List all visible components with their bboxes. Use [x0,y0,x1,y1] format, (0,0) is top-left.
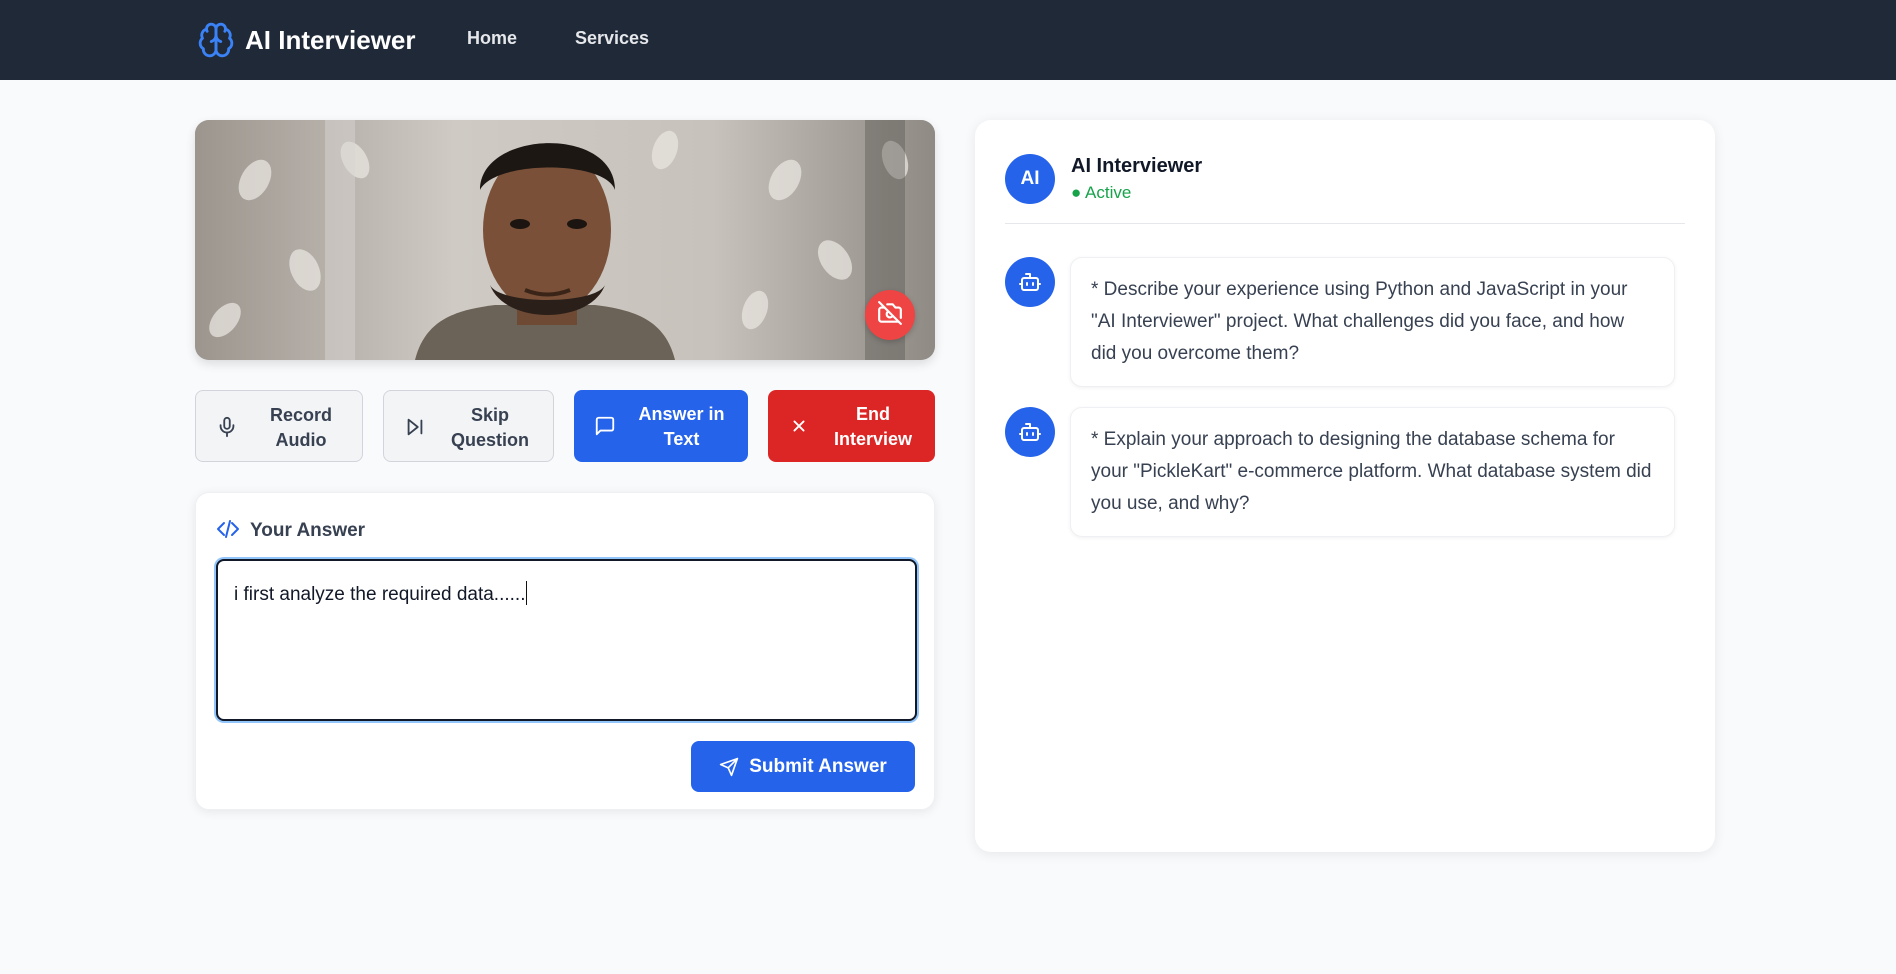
record-audio-button[interactable]: Record Audio [195,390,363,462]
camera-off-button[interactable] [865,290,915,340]
bot-icon [1005,407,1055,457]
top-navbar: AI Interviewer Home Services [0,0,1896,80]
answer-text: i first analyze the required data...... [234,584,526,605]
answer-title: Your Answer [250,520,366,541]
answer-in-text-label: Answer in Text [638,404,725,449]
nav-link-home[interactable]: Home [467,28,517,49]
nav-link-services[interactable]: Services [575,28,649,49]
record-audio-label: Record Audio [269,405,332,450]
interviewer-name: AI Interviewer [1071,155,1203,177]
microphone-icon [216,416,238,438]
close-icon [788,415,810,437]
end-interview-label: End Interview [833,404,913,449]
send-icon [719,757,739,777]
answer-header: Your Answer [216,519,365,543]
message-square-icon [594,415,616,437]
brain-icon [196,20,236,60]
skip-question-button[interactable]: Skip Question [383,390,554,462]
message-bubble: * Describe your experience using Python … [1070,257,1675,387]
submit-answer-label: Submit Answer [749,755,887,777]
submit-answer-button[interactable]: Submit Answer [691,741,915,792]
chat-panel: AI AI Interviewer ● Active * Describe yo… [975,120,1715,852]
code-icon [216,517,240,546]
answer-textarea[interactable]: i first analyze the required data...... [216,559,917,721]
camera-off-icon [877,300,903,331]
brand-logo[interactable]: AI Interviewer [196,20,416,60]
end-interview-button[interactable]: End Interview [768,390,935,462]
skip-forward-icon [404,416,426,438]
brand-name: AI Interviewer [245,24,416,55]
answer-card: Your Answer i first analyze the required… [195,492,935,810]
chat-header: AI AI Interviewer ● Active [1005,154,1685,224]
webcam-video [195,120,935,360]
message-bubble: * Explain your approach to designing the… [1070,407,1675,537]
text-caret [525,581,527,605]
webcam-feed-image [195,120,935,360]
avatar: AI [1005,154,1055,204]
status-badge: ● Active [1071,183,1132,202]
answer-in-text-button[interactable]: Answer in Text [574,390,748,462]
skip-question-label: Skip Question [450,405,529,450]
bot-icon [1005,257,1055,307]
